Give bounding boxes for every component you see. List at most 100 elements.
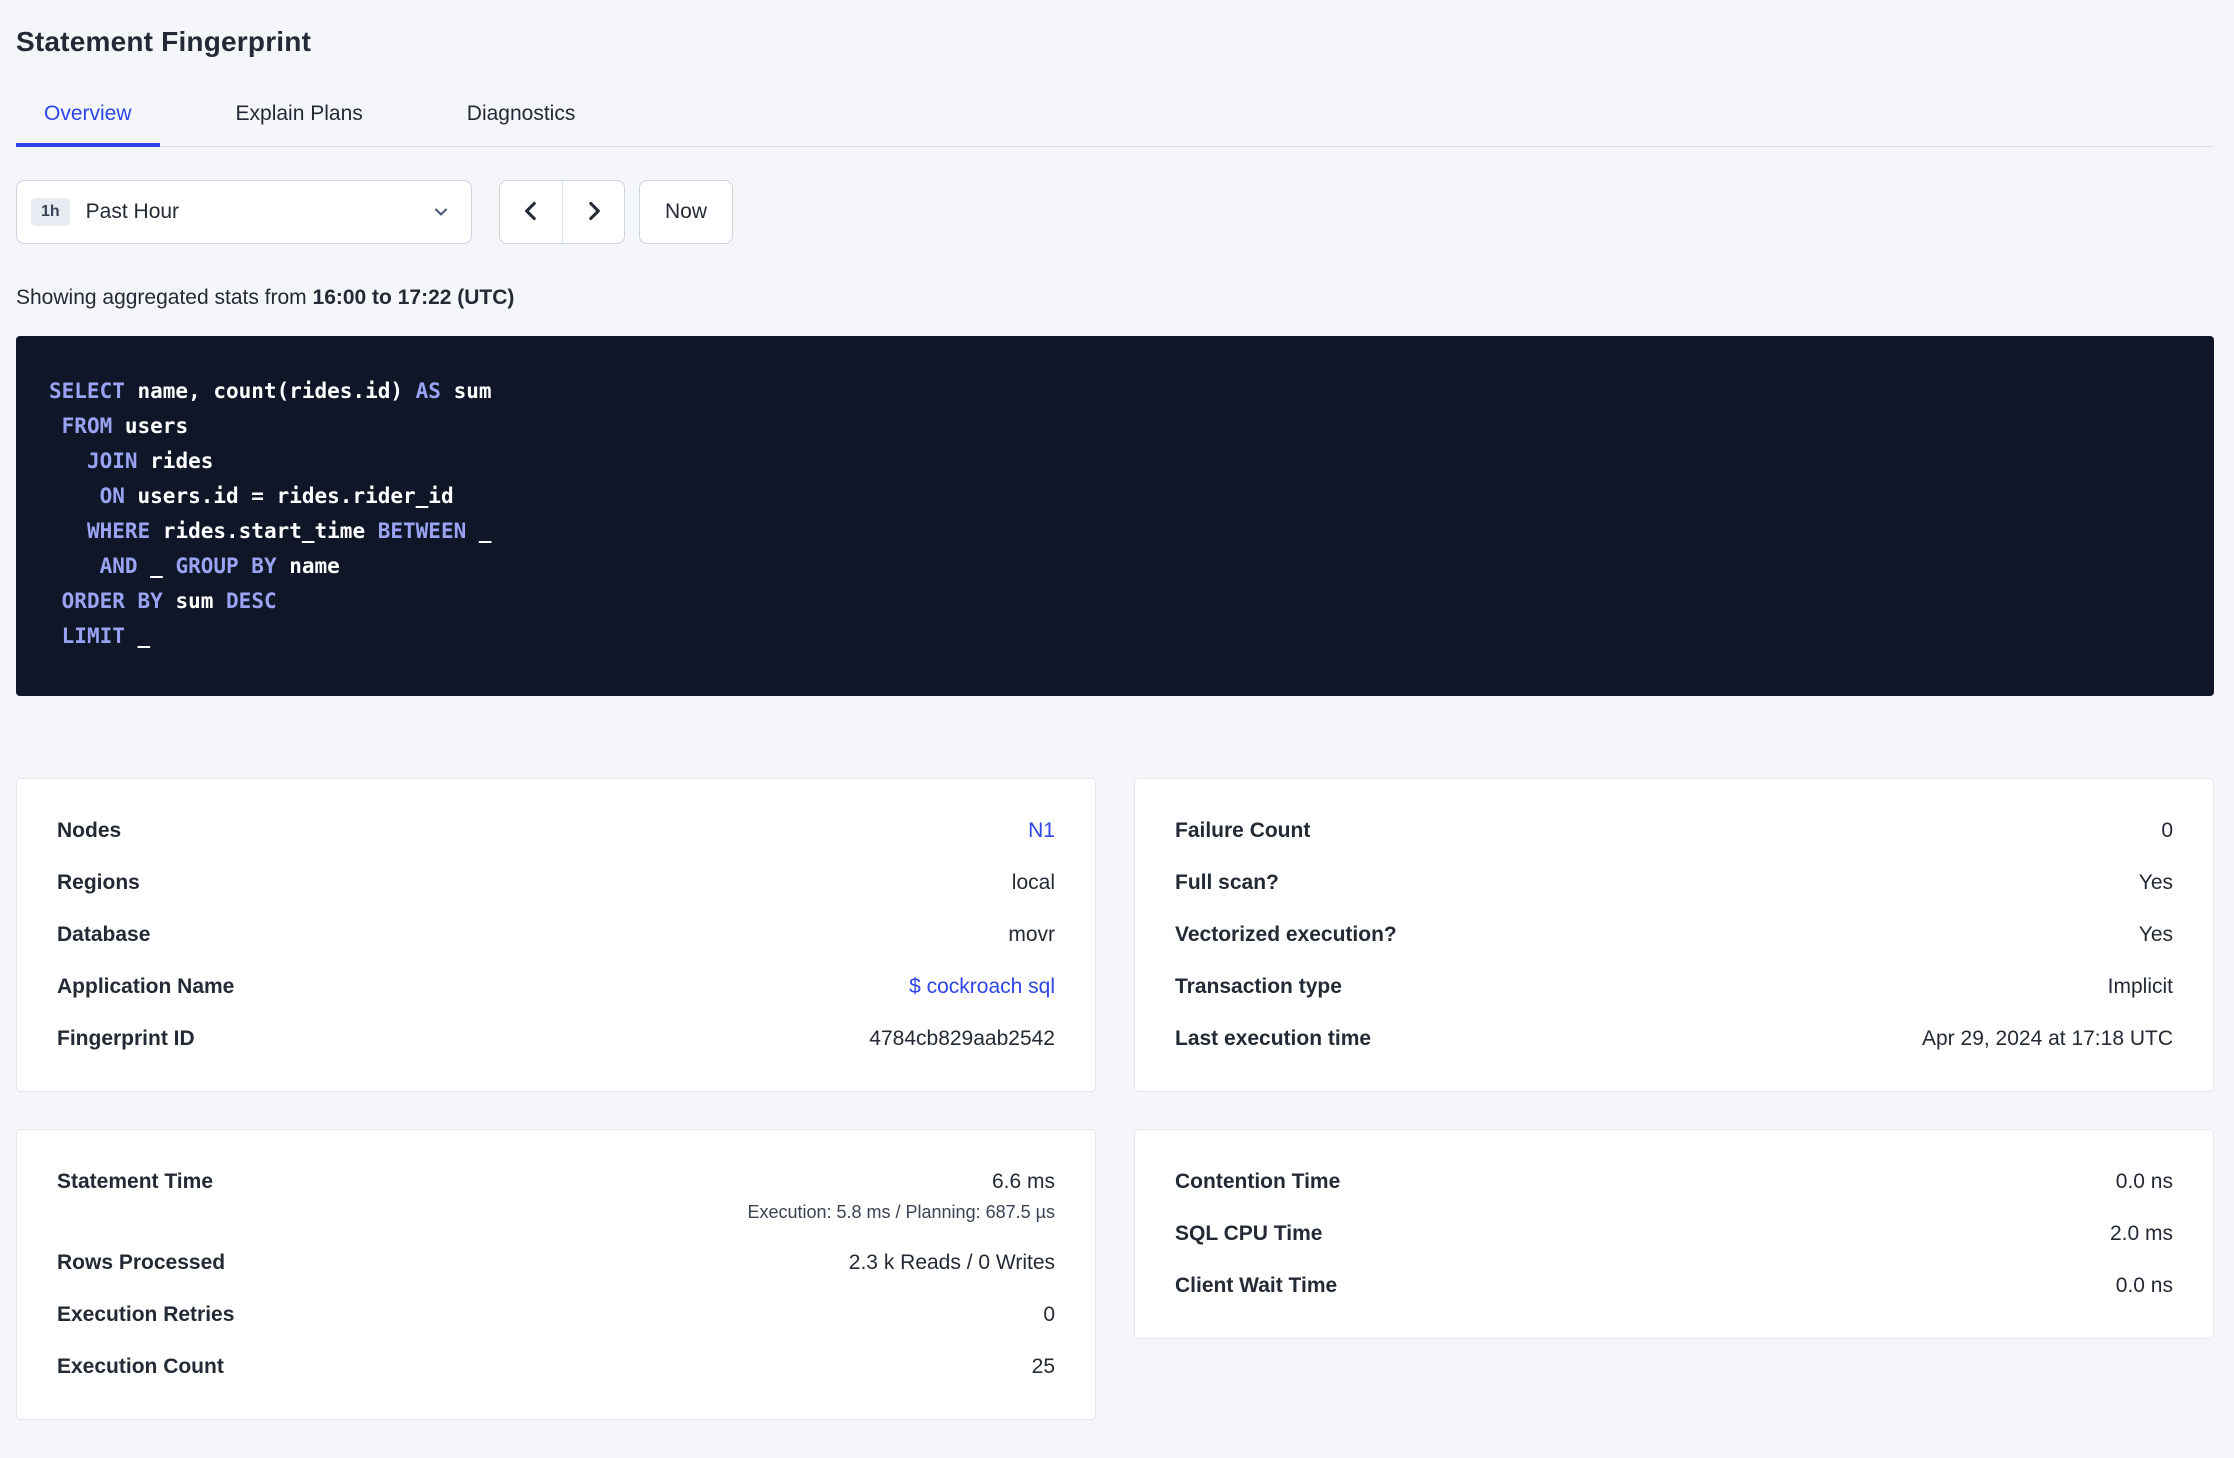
sql-line: FROM users xyxy=(49,409,2174,444)
sql-token: name xyxy=(276,554,340,578)
row-value: 2.0 ms xyxy=(2109,1222,2173,1245)
card-row: Contention Time 0.0 ns xyxy=(1175,1156,2173,1208)
chevron-left-icon xyxy=(518,198,544,227)
row-value-wrap: 2.0 ms xyxy=(2110,1222,2173,1246)
chevron-down-icon xyxy=(431,202,451,222)
row-value-wrap: 6.6 ms Execution: 5.8 ms / Planning: 687.… xyxy=(747,1170,1055,1223)
row-value: 6.6 ms xyxy=(991,1170,1055,1193)
row-label: Execution Retries xyxy=(57,1303,235,1326)
row-label: Last execution time xyxy=(1175,1027,1372,1050)
row-label: SQL CPU Time xyxy=(1175,1222,1323,1245)
now-button[interactable]: Now xyxy=(639,180,733,244)
sql-line: ORDER BY sum DESC xyxy=(49,584,2174,619)
sql-keyword: AND xyxy=(99,554,138,578)
sql-token: rides xyxy=(137,449,214,473)
row-label: Database xyxy=(57,923,151,946)
row-value-wrap: Yes xyxy=(2139,923,2173,947)
row-value-wrap: Yes xyxy=(2139,871,2173,895)
card-row: Application Name $ cockroach sql xyxy=(57,961,1055,1013)
row-value: 2.3 k Reads / 0 Writes xyxy=(848,1251,1055,1274)
sql-keyword: LIMIT xyxy=(61,624,125,648)
row-value: 0 xyxy=(1043,1303,1055,1326)
row-value: 25 xyxy=(1031,1355,1055,1378)
row-value-wrap: Apr 29, 2024 at 17:18 UTC xyxy=(1922,1027,2173,1051)
sql-keyword: BETWEEN xyxy=(377,519,467,543)
sql-line: LIMIT _ xyxy=(49,619,2174,654)
row-label: Nodes xyxy=(57,819,122,842)
sql-token: _ xyxy=(466,519,492,543)
row-label: Client Wait Time xyxy=(1175,1274,1338,1297)
row-label: Failure Count xyxy=(1175,819,1311,842)
time-nav-group xyxy=(499,180,625,244)
time-interval-dropdown[interactable]: 1h Past Hour xyxy=(16,180,472,244)
card-row: Regions local xyxy=(57,857,1055,909)
sql-token: rides.start_time xyxy=(150,519,378,543)
sql-keyword: ON xyxy=(99,484,125,508)
card-row: Fingerprint ID 4784cb829aab2542 xyxy=(57,1013,1055,1065)
sql-keyword: ORDER BY xyxy=(61,589,163,613)
tab-diagnostics[interactable]: Diagnostics xyxy=(439,88,604,146)
sql-keyword: DESC xyxy=(226,589,277,613)
card-row: Rows Processed 2.3 k Reads / 0 Writes xyxy=(57,1237,1055,1289)
statement-time-card: Statement Time 6.6 ms Execution: 5.8 ms / … xyxy=(16,1129,1096,1420)
sql-keyword: SELECT xyxy=(49,379,125,403)
sql-line: ON users.id = rides.rider_id xyxy=(49,479,2174,514)
row-label: Regions xyxy=(57,871,140,894)
row-label: Transaction type xyxy=(1175,975,1342,998)
sql-token: sum xyxy=(440,379,492,403)
row-value: movr xyxy=(1008,923,1055,946)
card-row: Last execution time Apr 29, 2024 at 17:18… xyxy=(1175,1013,2173,1065)
row-label: Rows Processed xyxy=(57,1251,226,1274)
row-label: Vectorized execution? xyxy=(1175,923,1397,946)
sql-keyword: GROUP BY xyxy=(175,554,277,578)
wait-time-card: Contention Time 0.0 ns SQL CPU Time 2.0 ms C… xyxy=(1134,1129,2214,1339)
card-row: Nodes N1 xyxy=(57,805,1055,857)
row-value-wrap: local xyxy=(1012,871,1055,895)
page-title: Statement Fingerprint xyxy=(16,26,312,57)
row-value: Implicit xyxy=(2107,975,2173,998)
row-value-wrap: 0 xyxy=(2161,819,2173,843)
row-value-link[interactable]: $ cockroach sql xyxy=(909,975,1055,999)
statement-details-card: Nodes N1 Regions local Database movr Applicati… xyxy=(16,778,1096,1092)
row-value: Apr 29, 2024 at 17:18 UTC xyxy=(1922,1027,2173,1050)
sql-line: WHERE rides.start_time BETWEEN _ xyxy=(49,514,2174,549)
prev-time-button[interactable] xyxy=(500,181,562,243)
card-row: Execution Retries 0 xyxy=(57,1289,1055,1341)
row-value-wrap: N1 xyxy=(1028,819,1055,843)
row-value: 0.0 ns xyxy=(2115,1170,2173,1193)
sql-statement-box: SELECT name, count(rides.id) AS sum FROM… xyxy=(16,336,2214,696)
card-row: Failure Count 0 xyxy=(1175,805,2173,857)
row-label: Full scan? xyxy=(1175,871,1279,894)
row-value-link[interactable]: N1 xyxy=(1028,819,1055,843)
tab-overview[interactable]: Overview xyxy=(16,88,160,147)
row-label: Application Name xyxy=(57,975,235,998)
row-value-wrap: 0 xyxy=(1043,1303,1055,1327)
row-value-wrap: 2.3 k Reads / 0 Writes xyxy=(849,1251,1055,1275)
sql-token: _ xyxy=(137,554,176,578)
row-label: Execution Count xyxy=(57,1355,224,1378)
row-value-wrap: 0.0 ns xyxy=(2116,1170,2173,1194)
card-row: Transaction type Implicit xyxy=(1175,961,2173,1013)
sql-keyword: AS xyxy=(415,379,441,403)
sql-token: name, count(rides.id) xyxy=(124,379,416,403)
row-value: 4784cb829aab2542 xyxy=(869,1027,1055,1050)
card-row: Vectorized execution? Yes xyxy=(1175,909,2173,961)
aggregated-stats-text: Showing aggregated stats from 16:00 to 1… xyxy=(16,286,2214,310)
row-value-wrap: Implicit xyxy=(2108,975,2173,999)
card-row: SQL CPU Time 2.0 ms xyxy=(1175,1208,2173,1260)
statement-fingerprint-page: Statement Fingerprint Overview Explain P… xyxy=(0,0,2234,1420)
sql-token: sum xyxy=(162,589,227,613)
card-row: Database movr xyxy=(57,909,1055,961)
sql-line: SELECT name, count(rides.id) AS sum xyxy=(49,374,2174,409)
stats-range: 16:00 to 17:22 (UTC) xyxy=(312,286,515,309)
row-label: Contention Time xyxy=(1175,1170,1341,1193)
time-toolbar: 1h Past Hour Now xyxy=(16,180,2214,244)
tab-explain-plans[interactable]: Explain Plans xyxy=(208,88,391,146)
next-time-button[interactable] xyxy=(562,181,624,243)
